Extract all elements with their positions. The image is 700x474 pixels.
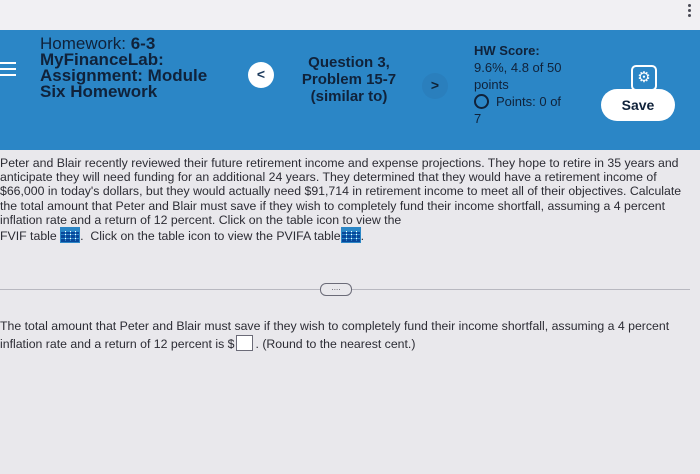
assignment-name-line2: Six Homework	[40, 82, 158, 101]
problem-number: Problem 15-7	[301, 71, 397, 88]
hw-score-label: HW Score:	[474, 43, 540, 58]
question-number: Question 3,	[308, 54, 390, 71]
settings-gear-icon[interactable]: ⚙	[631, 65, 657, 91]
pvifa-table-icon[interactable]	[340, 227, 361, 244]
fvif-table-label: FVIF table	[0, 229, 57, 244]
expand-content-button[interactable]: ....	[320, 283, 352, 296]
answer-prompt: The total amount that Peter and Blair mu…	[0, 318, 690, 353]
next-question-button[interactable]: >	[422, 73, 448, 99]
question-title: Question 3, Problem 15-7 (similar to)	[284, 54, 414, 105]
question-points: Points: 0 of	[474, 93, 561, 110]
more-options-icon[interactable]	[688, 2, 694, 19]
previous-question-button[interactable]: <	[248, 62, 274, 88]
points-label: Points: 0 of	[496, 94, 562, 109]
save-button[interactable]: Save	[601, 89, 675, 121]
problem-statement: Peter and Blair recently reviewed their …	[0, 156, 682, 244]
points-status-icon	[474, 94, 489, 109]
pvifa-instruction: Click on the table icon to view the PVIF…	[90, 229, 341, 244]
answer-rounding-note: . (Round to the nearest cent.)	[255, 337, 416, 351]
fvif-table-icon[interactable]	[60, 227, 81, 244]
problem-text: Peter and Blair recently reviewed their …	[0, 156, 682, 227]
hw-score-points: points	[474, 77, 509, 92]
similar-to-label: (similar to)	[310, 88, 388, 105]
answer-input[interactable]	[236, 335, 254, 351]
assignment-title: Homework: 6-3 MyFinanceLab: Assignment: …	[40, 35, 207, 101]
score-panel: HW Score: 9.6%, 4.8 of 50 points Points:…	[474, 42, 561, 127]
hamburger-menu-icon[interactable]	[0, 62, 16, 80]
hw-score-value: 9.6%, 4.8 of 50	[474, 60, 562, 75]
points-total: 7	[474, 111, 482, 126]
browser-top-strip	[0, 0, 700, 30]
